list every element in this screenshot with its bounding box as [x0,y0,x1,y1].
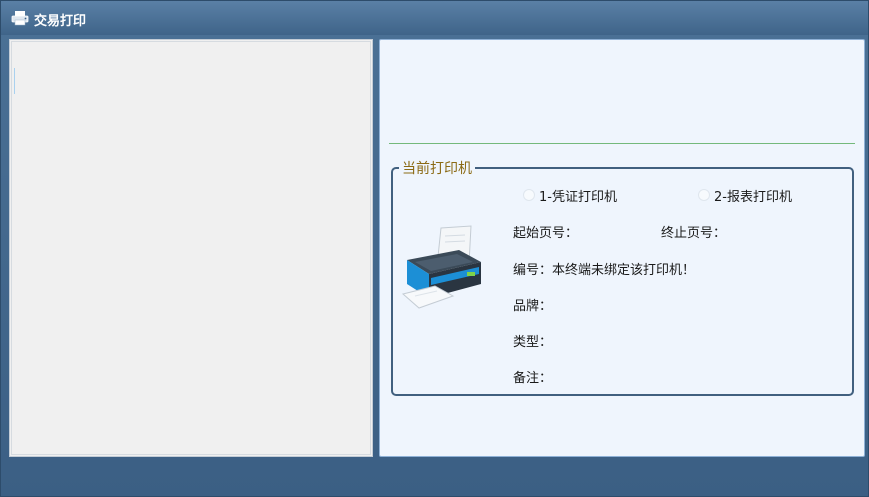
printer-settings-panel: 当前打印机 1-凭证打印机 2-报表打印机 起始页号： 终止页号： 编号：本终端… [379,39,865,457]
report-printer-label[interactable]: 2-报表打印机 [714,186,792,205]
group-legend: 当前打印机 [399,158,475,178]
serial-row: 编号：本终端未绑定该打印机！ [513,259,695,278]
type-label: 类型： [513,335,553,350]
list-area[interactable] [11,41,371,455]
transaction-list-panel[interactable] [9,39,373,457]
window-title: 交易打印 [34,14,87,29]
title-bar: 交易打印 [1,1,868,35]
voucher-printer-radio[interactable] [523,189,535,201]
voucher-printer-label[interactable]: 1-凭证打印机 [539,186,617,205]
report-printer-radio[interactable] [698,189,710,201]
printer-icon [401,225,481,309]
brand-label: 品牌： [513,299,553,314]
text-caret [14,68,19,94]
print-window-icon [11,11,29,26]
print-dialog-window: 交易打印 当前打印机 1-凭证打印机 2-报表打印机 起始页号： 终止页号： 编… [0,0,869,497]
current-printer-group: 当前打印机 1-凭证打印机 2-报表打印机 起始页号： 终止页号： 编号：本终端… [391,158,854,396]
start-page-label: 起始页号： [513,226,579,241]
remark-label: 备注： [513,371,553,386]
section-divider [389,143,855,144]
serial-value: 本终端未绑定该打印机！ [552,263,696,278]
serial-label: 编号： [513,263,553,278]
end-page-label: 终止页号： [661,226,727,241]
